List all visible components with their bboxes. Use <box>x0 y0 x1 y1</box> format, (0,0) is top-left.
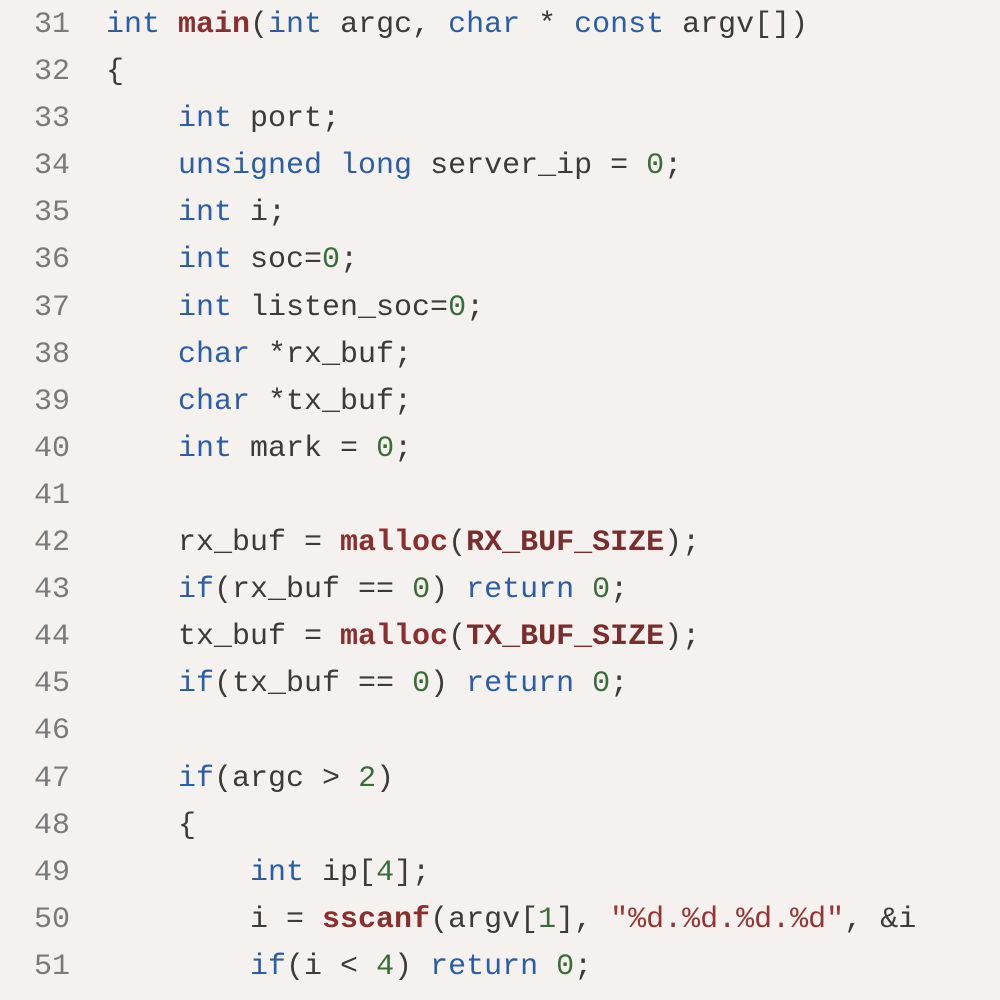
token-num: 0 <box>412 667 430 701</box>
line-number: 48 <box>0 803 70 850</box>
line-number: 44 <box>0 614 70 661</box>
token-num: 0 <box>412 573 430 607</box>
line-number: 46 <box>0 708 70 755</box>
token-num: 4 <box>376 856 394 890</box>
code-line[interactable] <box>106 473 1000 520</box>
token-kw: if <box>178 667 214 701</box>
token-fncall: malloc <box>340 620 448 654</box>
code-line[interactable]: int i; <box>106 190 1000 237</box>
token-kw: int <box>178 291 250 325</box>
token-kw: if <box>178 762 214 796</box>
line-number: 31 <box>0 2 70 49</box>
line-number: 39 <box>0 379 70 426</box>
line-number: 33 <box>0 96 70 143</box>
token-num: 0 <box>376 432 394 466</box>
token-kw: int <box>178 432 250 466</box>
line-number: 36 <box>0 237 70 284</box>
line-number: 51 <box>0 944 70 991</box>
token-kw: char <box>448 8 538 42</box>
token-num: 2 <box>358 762 376 796</box>
code-line[interactable]: if(i < 4) return 0; <box>106 944 1000 991</box>
line-number-gutter: 3132333435363738394041424344454647484950… <box>0 0 88 1000</box>
code-line[interactable]: unsigned long server_ip = 0; <box>106 143 1000 190</box>
token-num: 4 <box>376 950 394 984</box>
line-number: 45 <box>0 661 70 708</box>
code-line[interactable]: { <box>106 803 1000 850</box>
token-kw: unsigned long <box>178 149 430 183</box>
token-kw: if <box>178 573 214 607</box>
token-kw: return <box>466 573 592 607</box>
code-line[interactable]: rx_buf = malloc(RX_BUF_SIZE); <box>106 520 1000 567</box>
token-num: 0 <box>322 243 340 277</box>
token-kw: int <box>178 243 250 277</box>
token-kw: int <box>268 8 340 42</box>
line-number: 41 <box>0 473 70 520</box>
line-number: 40 <box>0 426 70 473</box>
token-const: TX_BUF_SIZE <box>466 620 664 654</box>
token-fn: main <box>178 8 250 42</box>
line-number: 50 <box>0 897 70 944</box>
line-number: 35 <box>0 190 70 237</box>
token-kw: char <box>178 385 268 419</box>
code-line[interactable]: if(argc > 2) <box>106 756 1000 803</box>
code-line[interactable]: int mark = 0; <box>106 426 1000 473</box>
token-num: 0 <box>646 149 664 183</box>
line-number: 49 <box>0 850 70 897</box>
code-line[interactable]: { <box>106 49 1000 96</box>
token-kw: return <box>430 950 556 984</box>
code-line[interactable]: i = sscanf(argv[1], "%d.%d.%d.%d", &i <box>106 897 1000 944</box>
token-kw: return <box>466 667 592 701</box>
token-str: "%d.%d.%d.%d" <box>610 903 844 937</box>
code-line[interactable]: int soc=0; <box>106 237 1000 284</box>
token-kw: int <box>178 196 250 230</box>
token-fncall: malloc <box>340 526 448 560</box>
code-line[interactable]: int ip[4]; <box>106 850 1000 897</box>
token-num: 1 <box>538 903 556 937</box>
line-number: 34 <box>0 143 70 190</box>
line-number: 37 <box>0 285 70 332</box>
token-num: 0 <box>448 291 466 325</box>
line-number: 47 <box>0 756 70 803</box>
code-line[interactable]: if(tx_buf == 0) return 0; <box>106 661 1000 708</box>
token-kw: int <box>178 102 250 136</box>
token-fncall: sscanf <box>322 903 430 937</box>
line-number: 32 <box>0 49 70 96</box>
code-line[interactable]: char *tx_buf; <box>106 379 1000 426</box>
line-number: 43 <box>0 567 70 614</box>
code-editor: 3132333435363738394041424344454647484950… <box>0 0 1000 1000</box>
code-line[interactable] <box>106 708 1000 755</box>
code-area[interactable]: int main(int argc, char * const argv[]){… <box>88 0 1000 1000</box>
code-line[interactable]: char *rx_buf; <box>106 332 1000 379</box>
code-line[interactable]: int listen_soc=0; <box>106 285 1000 332</box>
token-kw: if <box>250 950 286 984</box>
code-line[interactable]: int port; <box>106 96 1000 143</box>
line-number: 42 <box>0 520 70 567</box>
token-num: 0 <box>592 573 610 607</box>
token-kw: const <box>574 8 682 42</box>
token-num: 0 <box>556 950 574 984</box>
code-line[interactable]: int main(int argc, char * const argv[]) <box>106 2 1000 49</box>
token-num: 0 <box>592 667 610 701</box>
line-number: 38 <box>0 332 70 379</box>
token-kw: int <box>250 856 322 890</box>
token-kw: int <box>106 8 178 42</box>
code-line[interactable]: tx_buf = malloc(TX_BUF_SIZE); <box>106 614 1000 661</box>
token-kw: char <box>178 338 268 372</box>
code-line[interactable]: if(rx_buf == 0) return 0; <box>106 567 1000 614</box>
token-const: RX_BUF_SIZE <box>466 526 664 560</box>
